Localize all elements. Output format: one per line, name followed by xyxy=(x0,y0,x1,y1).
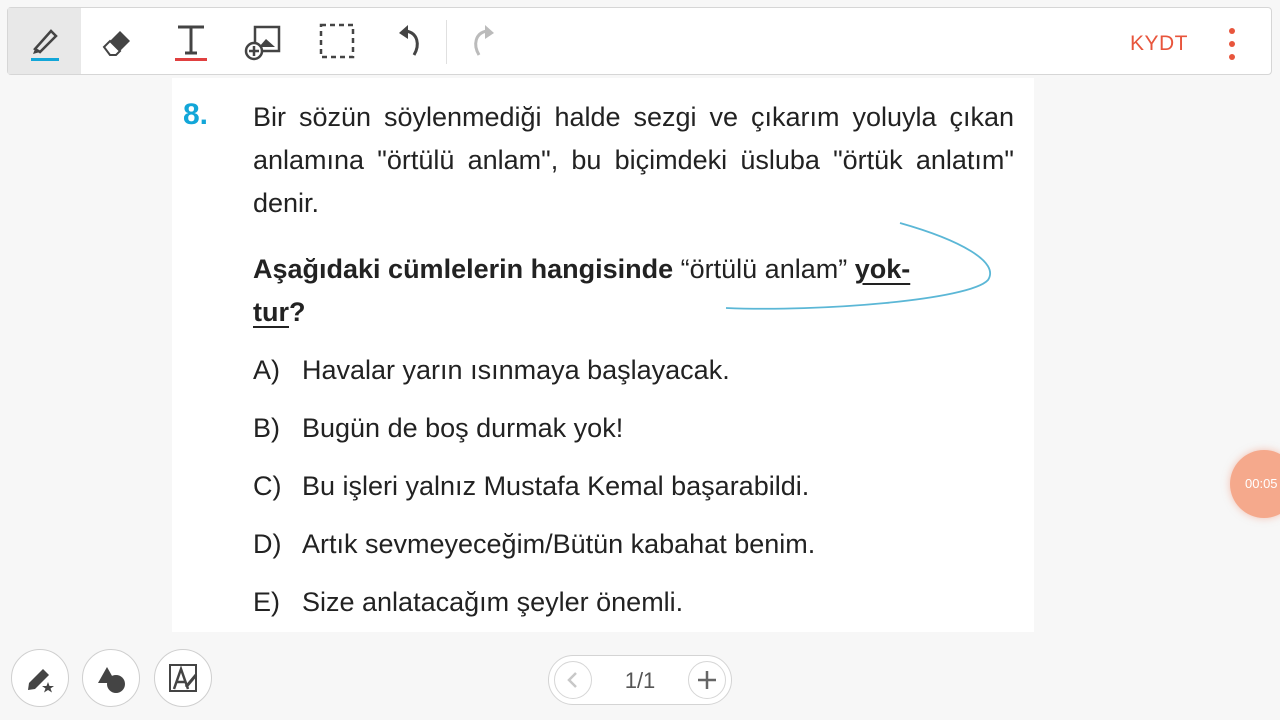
text-icon xyxy=(174,25,207,61)
option-text: Bugün de boş durmak yok! xyxy=(302,413,624,443)
option-text: Size anlatacağım şeyler önemli. xyxy=(302,587,684,617)
pen-settings-button[interactable] xyxy=(11,649,69,707)
save-label-button[interactable]: KYDT xyxy=(1130,32,1188,56)
more-options-icon[interactable] xyxy=(1223,26,1243,62)
pen-icon xyxy=(30,29,59,61)
question-mark: ? xyxy=(289,297,306,327)
redo-button[interactable] xyxy=(446,8,519,74)
shapes-icon xyxy=(98,667,125,693)
question-number: 8. xyxy=(183,98,209,131)
redo-icon xyxy=(473,25,494,56)
text-recognition-button[interactable] xyxy=(154,649,212,707)
option-letter: A) xyxy=(253,355,280,385)
annotation-toolbar: KYDT xyxy=(7,7,1272,75)
option-text: Artık sevmeyeceğim/Bütün kabahat benim. xyxy=(302,529,816,559)
option-c: C) Bu işleri yalnız Mustafa Kemal başarab… xyxy=(253,471,809,502)
text-recognition-icon xyxy=(169,664,198,692)
pen-star-icon xyxy=(28,669,54,693)
shapes-button[interactable] xyxy=(82,649,140,707)
add-page-button[interactable] xyxy=(688,661,726,699)
undo-icon xyxy=(398,25,419,56)
option-text: Havalar yarın ısınmaya başlayacak. xyxy=(302,355,730,385)
option-b: B) Bugün de boş durmak yok! xyxy=(253,413,623,444)
option-e: E) Size anlatacağım şeyler önemli. xyxy=(253,587,683,618)
undo-button[interactable] xyxy=(373,8,446,74)
option-letter: C) xyxy=(253,471,282,501)
add-image-icon xyxy=(244,25,280,61)
recording-timer[interactable]: 00:05 xyxy=(1230,450,1280,518)
option-letter: B) xyxy=(253,413,280,443)
pen-tool-button[interactable] xyxy=(8,8,81,74)
option-d: D) Artık sevmeyeceğim/Bütün kabahat benim… xyxy=(253,529,815,560)
question-text-part3: tur xyxy=(253,297,289,327)
question-prompt: Aşağıdaki cümlelerin hangisinde “örtülü … xyxy=(253,248,1014,334)
eraser-icon xyxy=(102,31,130,56)
add-image-button[interactable] xyxy=(227,8,300,74)
document-page: 8. Bir sözün söylenmediği halde sezgi ve… xyxy=(172,78,1034,632)
question-text-part2: yok- xyxy=(854,254,911,284)
question-text-part1: Aşağıdaki cümlelerin hangisinde xyxy=(253,254,674,284)
option-a: A) Havalar yarın ısınmaya başlayacak. xyxy=(253,355,730,386)
selection-tool-button[interactable] xyxy=(300,8,373,74)
option-letter: E) xyxy=(253,587,280,617)
text-tool-button[interactable] xyxy=(154,8,227,74)
option-letter: D) xyxy=(253,529,282,559)
question-quoted-term: “örtülü anlam” xyxy=(680,254,848,284)
plus-icon xyxy=(698,671,716,689)
option-text: Bu işleri yalnız Mustafa Kemal başarabil… xyxy=(302,471,810,501)
eraser-tool-button[interactable] xyxy=(81,8,154,74)
question-paragraph: Bir sözün söylenmediği halde sezgi ve çı… xyxy=(253,102,1014,218)
page-navigator: 1/1 xyxy=(548,655,732,705)
selection-icon xyxy=(319,23,354,59)
